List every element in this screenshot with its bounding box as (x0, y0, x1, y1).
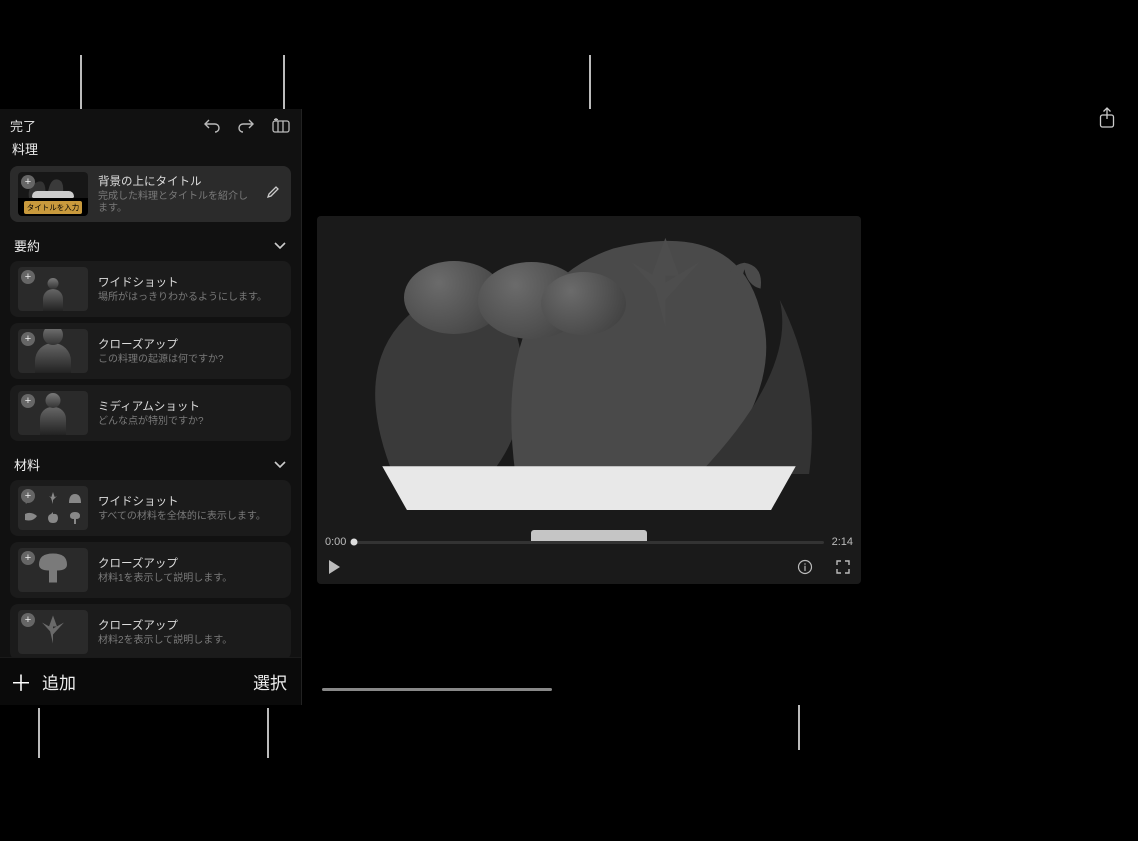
shot-subtitle: 材料1を表示して説明します。 (98, 573, 283, 586)
section-label: 要約 (14, 236, 40, 255)
redo-icon[interactable] (237, 117, 255, 133)
shot-subtitle: 場所がはっきりわかるようにします。 (98, 292, 283, 305)
select-button[interactable]: 選択 (253, 669, 287, 694)
preview-viewer: 0:00 2:14 (317, 216, 861, 584)
shot-subtitle: 完成した料理とタイトルを紹介します。 (98, 191, 253, 216)
shot-title: クローズアップ (98, 336, 283, 352)
shot-thumb: + (18, 548, 88, 592)
shot-title: ワイドショット (98, 493, 283, 509)
add-media-icon[interactable]: + (21, 489, 35, 503)
shot-title-card[interactable]: タイトルを入力 + 背景の上にタイトル 完成した料理とタイトルを紹介します。 (10, 166, 291, 222)
shot-title: クローズアップ (98, 617, 283, 633)
shot-title: クローズアップ (98, 555, 283, 571)
player-controls (317, 554, 861, 580)
shot-thumb: + (18, 267, 88, 311)
shot-thumb: + (18, 610, 88, 654)
shot-title: 背景の上にタイトル (98, 173, 253, 189)
undo-icon[interactable] (203, 117, 221, 133)
shot-title: ミディアムショット (98, 398, 283, 414)
add-media-icon[interactable]: + (21, 270, 35, 284)
section-label: 材料 (14, 455, 40, 474)
add-media-icon[interactable]: + (21, 551, 35, 565)
section-summary[interactable]: 要約 (10, 228, 291, 261)
shot-subtitle: どんな点が特別ですか? (98, 416, 283, 429)
edit-icon[interactable] (263, 185, 283, 204)
add-media-icon[interactable]: + (21, 175, 35, 189)
shot-row[interactable]: + ミディアムショット どんな点が特別ですか? (10, 385, 291, 441)
home-indicator (322, 688, 552, 691)
storyboard-sidebar: 完了 料理 (0, 109, 302, 705)
preview-frame (317, 216, 861, 584)
shot-subtitle: この料理の起源は何ですか? (98, 354, 283, 367)
shot-row[interactable]: + ワイドショット 場所がはっきりわかるようにします。 (10, 261, 291, 317)
plus-icon: ＋ (10, 666, 32, 698)
add-media-icon[interactable]: + (21, 613, 35, 627)
time-total: 2:14 (832, 536, 853, 548)
section-ingredients[interactable]: 材料 (10, 447, 291, 480)
info-icon[interactable] (797, 559, 813, 575)
add-media-icon[interactable]: + (21, 332, 35, 346)
shot-thumb: + (18, 391, 88, 435)
timeline-playhead[interactable] (351, 539, 358, 546)
sidebar-toolbar: 完了 (0, 109, 301, 139)
shot-thumb: + (18, 486, 88, 530)
chevron-down-icon (273, 460, 287, 470)
shot-subtitle: すべての材料を全体的に表示します。 (98, 511, 283, 524)
time-current: 0:00 (325, 536, 346, 548)
play-icon[interactable] (327, 559, 341, 575)
shot-list: タイトルを入力 + 背景の上にタイトル 完成した料理とタイトルを紹介します。 要… (0, 166, 301, 657)
shot-row[interactable]: + クローズアップ 材料2を表示して説明します。 (10, 604, 291, 657)
shot-subtitle: 材料2を表示して説明します。 (98, 635, 283, 648)
timeline-bar[interactable]: 0:00 2:14 (317, 532, 861, 552)
add-label: 追加 (42, 669, 76, 694)
shot-row[interactable]: + クローズアップ この料理の起源は何ですか? (10, 323, 291, 379)
chevron-down-icon (273, 241, 287, 251)
app-window: 完了 料理 (0, 109, 1138, 705)
shot-title: ワイドショット (98, 274, 283, 290)
shot-thumb: タイトルを入力 + (18, 172, 88, 216)
title-badge: タイトルを入力 (24, 201, 83, 214)
done-button[interactable]: 完了 (10, 116, 36, 135)
fullscreen-icon[interactable] (835, 559, 851, 575)
shot-row[interactable]: + ワイドショット すべての材料を全体的に表示します。 (10, 480, 291, 536)
timeline-track[interactable] (354, 541, 823, 544)
sidebar-bottom-bar: ＋ 追加 選択 (0, 657, 301, 705)
storyboard-settings-icon[interactable] (271, 117, 291, 133)
add-media-icon[interactable]: + (21, 394, 35, 408)
shot-row[interactable]: + クローズアップ 材料1を表示して説明します。 (10, 542, 291, 598)
project-title: 料理 (0, 139, 301, 166)
share-icon[interactable] (1098, 107, 1116, 129)
add-button[interactable]: ＋ 追加 (10, 666, 76, 698)
shot-thumb: + (18, 329, 88, 373)
